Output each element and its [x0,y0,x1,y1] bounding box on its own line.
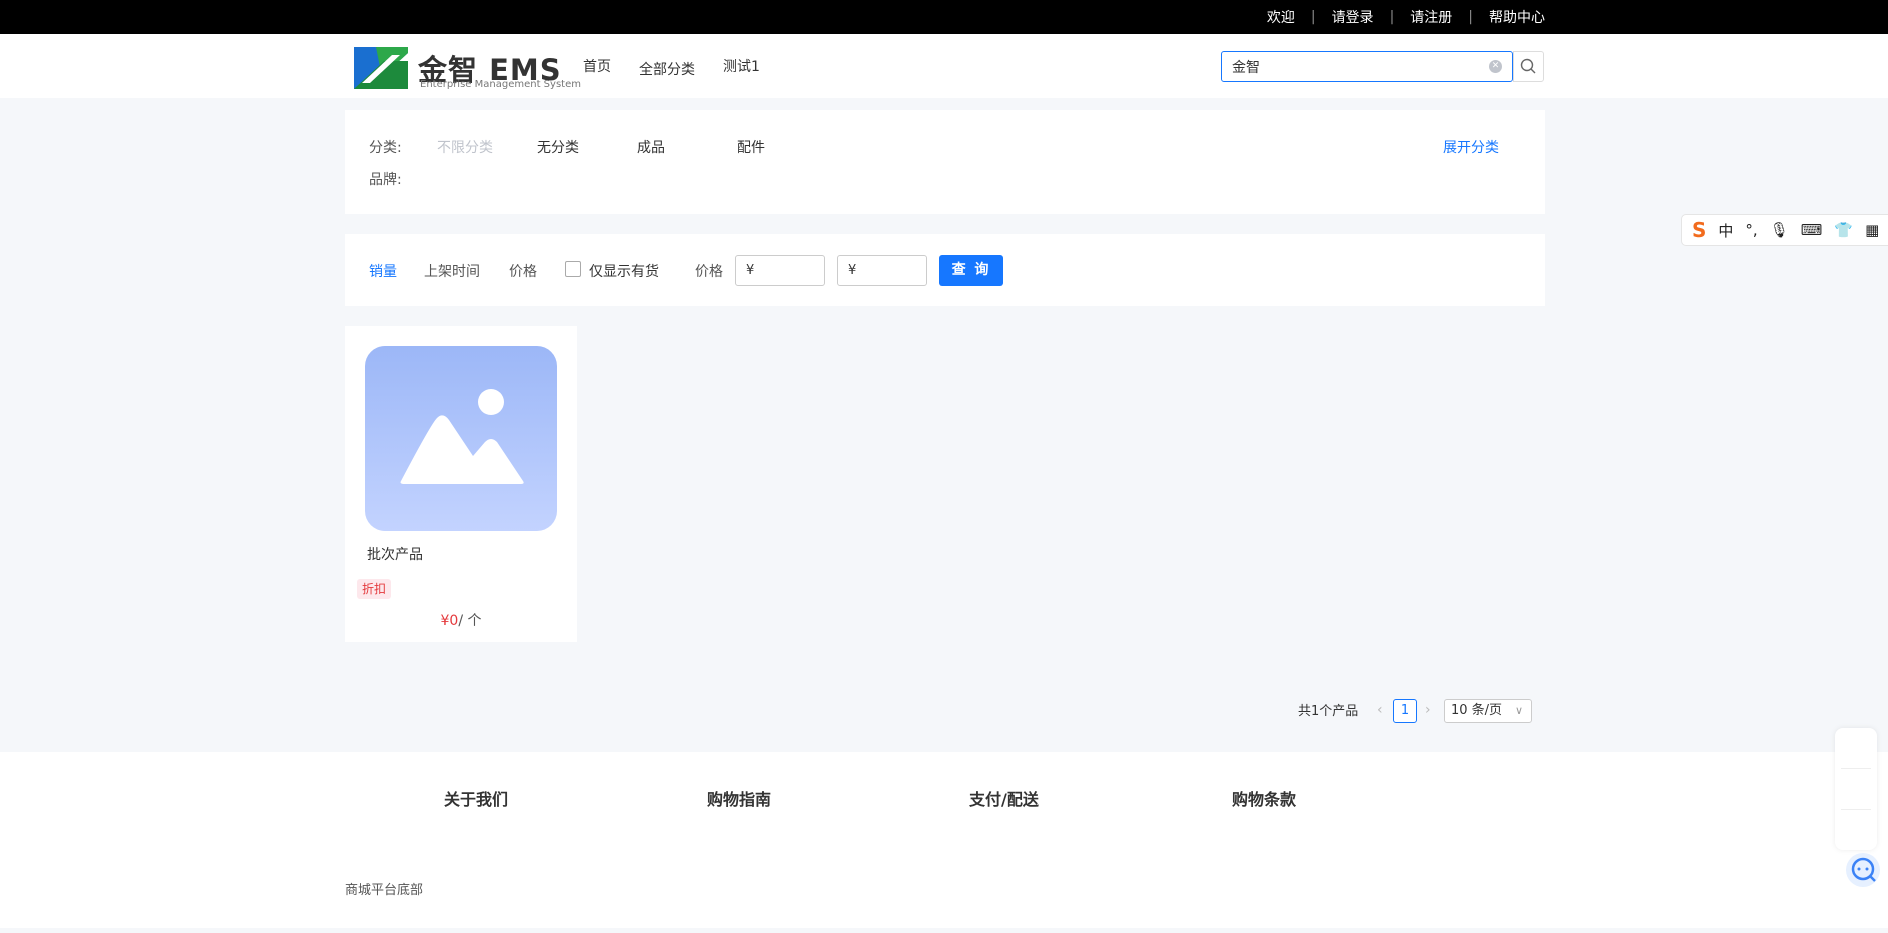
ime-chinese-mode[interactable]: 中 [1718,220,1733,241]
sort-sales[interactable]: 销量 [369,261,397,281]
discount-badge: 折扣 [357,579,392,599]
footer-shopping-guide[interactable]: 购物指南 [707,786,771,810]
pagination-total: 共1个产品 [1298,704,1359,719]
category-row: 分类: 不限分类 无分类 成品 配件 [369,137,837,157]
price-label: 价格 [695,264,723,280]
brand-label: 品牌: [369,172,402,188]
page-button-1[interactable]: 1 [1393,699,1417,723]
header: 金智 EMS Enterprise Management System 首页 全… [0,34,1888,98]
prev-page-icon[interactable]: ‹ [1377,702,1383,718]
skin-icon[interactable]: 👕 [1834,221,1853,239]
price-value: ¥0 [440,613,459,629]
register-link[interactable]: 请注册 [1410,7,1452,27]
query-button[interactable]: 查 询 [939,255,1003,286]
in-stock-label: 仅显示有货 [589,264,659,280]
price-min-input[interactable]: ¥ [735,255,825,286]
clear-icon[interactable]: ✕ [1489,60,1502,73]
help-center-link[interactable]: 帮助中心 [1489,7,1545,27]
chat-bubble-icon [1851,857,1876,882]
category-parts[interactable]: 配件 [737,137,837,157]
search-box: ✕ [1221,51,1513,82]
search-input[interactable] [1222,52,1462,81]
ime-punctuation[interactable]: °, [1745,221,1757,239]
product-price: ¥0/ 个 [345,610,577,630]
price-unit: / 个 [458,613,482,629]
main-nav: 首页 全部分类 测试1 [583,56,788,79]
top-bar: 欢迎 | 请登录 | 请注册 | 帮助中心 [0,0,1888,34]
sort-price[interactable]: 价格 [509,261,537,281]
in-stock-checkbox[interactable] [565,261,581,277]
footer-about-us[interactable]: 关于我们 [444,786,508,810]
price-max-input[interactable]: ¥ [837,255,927,286]
divider [1841,809,1871,810]
search-button[interactable] [1513,51,1544,82]
page-size-select[interactable]: 10 条/页 ∨ [1444,699,1532,723]
grid-icon[interactable]: ▦ [1865,221,1879,239]
logo-subtitle: Enterprise Management System [420,79,581,90]
next-page-icon[interactable]: › [1425,702,1431,718]
category-finished[interactable]: 成品 [637,137,737,157]
divider [1841,768,1871,769]
expand-categories-link[interactable]: 展开分类 [1443,137,1499,157]
footer-payment-delivery[interactable]: 支付/配送 [969,786,1039,810]
category-unlimited[interactable]: 不限分类 [437,137,537,157]
separator: | [1310,9,1316,25]
page-size-value: 10 条/页 [1451,703,1503,718]
welcome-text: 欢迎 [1266,10,1295,26]
footer: 关于我们 购物指南 支付/配送 购物条款 商城平台底部 [0,752,1888,928]
login-link[interactable]: 请登录 [1332,7,1374,27]
ime-toolbar: S 中 °, 🎙 ⌨ 👕 ▦ [1681,214,1888,246]
microphone-icon[interactable]: 🎙 [1770,221,1789,239]
side-float-panel [1835,728,1877,850]
category-panel: 分类: 不限分类 无分类 成品 配件 品牌: 展开分类 [345,110,1545,214]
image-icon [400,389,524,484]
separator: | [1468,9,1473,25]
product-card[interactable]: 批次产品 折扣 ¥0/ 个 [345,326,577,642]
sogou-logo-icon[interactable]: S [1692,218,1706,242]
top-links: 欢迎 | 请登录 | 请注册 | 帮助中心 [1267,0,1545,34]
category-none[interactable]: 无分类 [537,137,637,157]
footer-bottom-text: 商城平台底部 [345,883,424,898]
logo[interactable]: 金智 EMS Enterprise Management System [354,47,581,91]
product-image-placeholder-icon[interactable] [365,346,557,531]
chevron-down-icon: ∨ [1514,704,1523,717]
nav-test1[interactable]: 测试1 [723,56,760,76]
filter-bar: 销量 上架时间 价格 仅显示有货 价格 ¥ ¥ 查 询 [345,234,1545,306]
nav-all-categories[interactable]: 全部分类 [639,59,695,79]
footer-shopping-terms[interactable]: 购物条款 [1232,786,1296,810]
keyboard-icon[interactable]: ⌨ [1801,221,1823,239]
chat-icon[interactable] [1846,853,1880,887]
product-name[interactable]: 批次产品 [367,544,423,564]
logo-icon [354,47,408,89]
search-icon [1520,58,1536,74]
sort-listing-time[interactable]: 上架时间 [424,261,480,281]
category-label: 分类: [369,140,402,156]
nav-home[interactable]: 首页 [583,56,611,76]
separator: | [1389,9,1395,25]
